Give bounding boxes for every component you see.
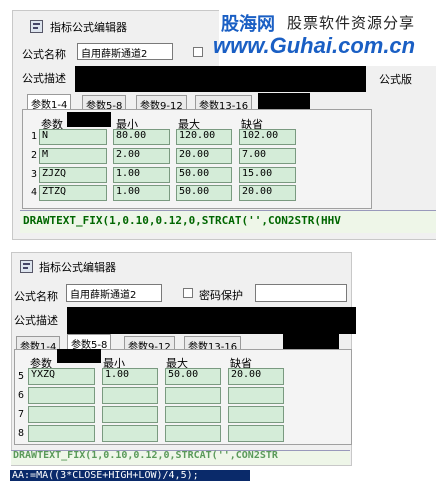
param-max-input[interactable]: 50.00 [165,368,221,385]
param-min-input[interactable]: 1.00 [113,167,170,183]
formula-name-label: 公式名称 [22,48,66,61]
bottom-code-line: AA:=MA((3*CLOSE+HIGH+LOW)/4,5); [12,470,199,481]
param-name-input[interactable]: ZJZQ [39,167,107,183]
row-number: 5 [18,371,25,382]
param-min-input[interactable]: 1.00 [113,185,170,201]
param-max-input[interactable] [165,387,221,404]
param-default-input[interactable] [228,425,284,442]
param-name-input[interactable] [28,425,95,442]
row-number: 6 [18,390,25,401]
row-number: 2 [31,150,38,161]
password-input[interactable] [255,284,347,302]
tab-params-1-4[interactable]: 参数1-4 [27,94,72,111]
tab-params-1-4[interactable]: 参数1-4 [16,336,61,353]
param-default-input[interactable] [228,387,284,404]
header-redacted [57,349,101,363]
app-window-icon [20,260,33,273]
param-name-input[interactable]: YXZQ [28,368,95,385]
tab-params-9-12[interactable]: 参数9-12 [124,336,175,353]
row-number: 7 [18,409,25,420]
param-name-input[interactable]: N [39,129,107,145]
param-default-input[interactable]: 15.00 [239,167,296,183]
row-number: 3 [31,169,38,180]
formula-name-input[interactable]: 自用薛斯通道2 [77,43,173,60]
app-window-icon [30,20,43,33]
site-slogan: 股票软件资源分享 [287,14,416,32]
row-number: 8 [18,428,25,439]
password-protect-label: 密码保护 [199,289,243,302]
param-min-input[interactable] [102,387,158,404]
site-url: www.Guhai.com.cn [213,33,416,58]
tab-params-9-12[interactable]: 参数9-12 [136,95,187,112]
param-max-input[interactable]: 50.00 [176,167,232,183]
param-max-input[interactable] [165,406,221,423]
param-min-input[interactable]: 80.00 [113,129,170,145]
formula-name-label: 公式名称 [14,290,58,303]
param-max-input[interactable]: 20.00 [176,148,232,164]
window-title: 指标公式编辑器 [50,21,127,34]
code-line: DRAWTEXT_FIX(1,0.10,0.12,0,STRCAT('',CON… [13,450,278,461]
param-min-input[interactable] [102,406,158,423]
window-title: 指标公式编辑器 [39,261,116,274]
password-protect-checkbox[interactable] [193,47,203,57]
code-line: DRAWTEXT_FIX(1,0.10,0.12,0,STRCAT('',CON… [23,214,341,227]
param-name-input[interactable]: ZTZQ [39,185,107,201]
formula-description-label: 公式描述 [22,72,66,85]
tab-params-13-16[interactable]: 参数13-16 [184,336,242,353]
formula-description-label: 公式描述 [14,314,58,327]
param-min-input[interactable] [102,425,158,442]
description-redacted [67,307,356,334]
param-min-input[interactable]: 2.00 [113,148,170,164]
param-name-input[interactable] [28,387,95,404]
param-default-input[interactable]: 20.00 [239,185,296,201]
param-default-input[interactable] [228,406,284,423]
param-max-input[interactable]: 120.00 [176,129,232,145]
header-redacted [67,112,111,127]
row-number: 1 [31,131,38,142]
formula-version-label: 公式版 [379,73,412,86]
formula-name-input[interactable]: 自用薛斯通道2 [66,284,162,302]
param-name-input[interactable]: M [39,148,107,164]
param-default-input[interactable]: 102.00 [239,129,296,145]
param-max-input[interactable]: 50.00 [176,185,232,201]
param-name-input[interactable] [28,406,95,423]
tab-params-5-8[interactable]: 参数5-8 [82,95,127,112]
param-default-input[interactable]: 20.00 [228,368,284,385]
tab-params-5-8[interactable]: 参数5-8 [67,334,112,351]
param-min-input[interactable]: 1.00 [102,368,158,385]
tab-params-13-16[interactable]: 参数13-16 [195,95,253,112]
password-protect-checkbox[interactable] [183,288,193,298]
row-number: 4 [31,187,38,198]
param-default-input[interactable]: 7.00 [239,148,296,164]
param-max-input[interactable] [165,425,221,442]
description-redacted [75,66,366,92]
